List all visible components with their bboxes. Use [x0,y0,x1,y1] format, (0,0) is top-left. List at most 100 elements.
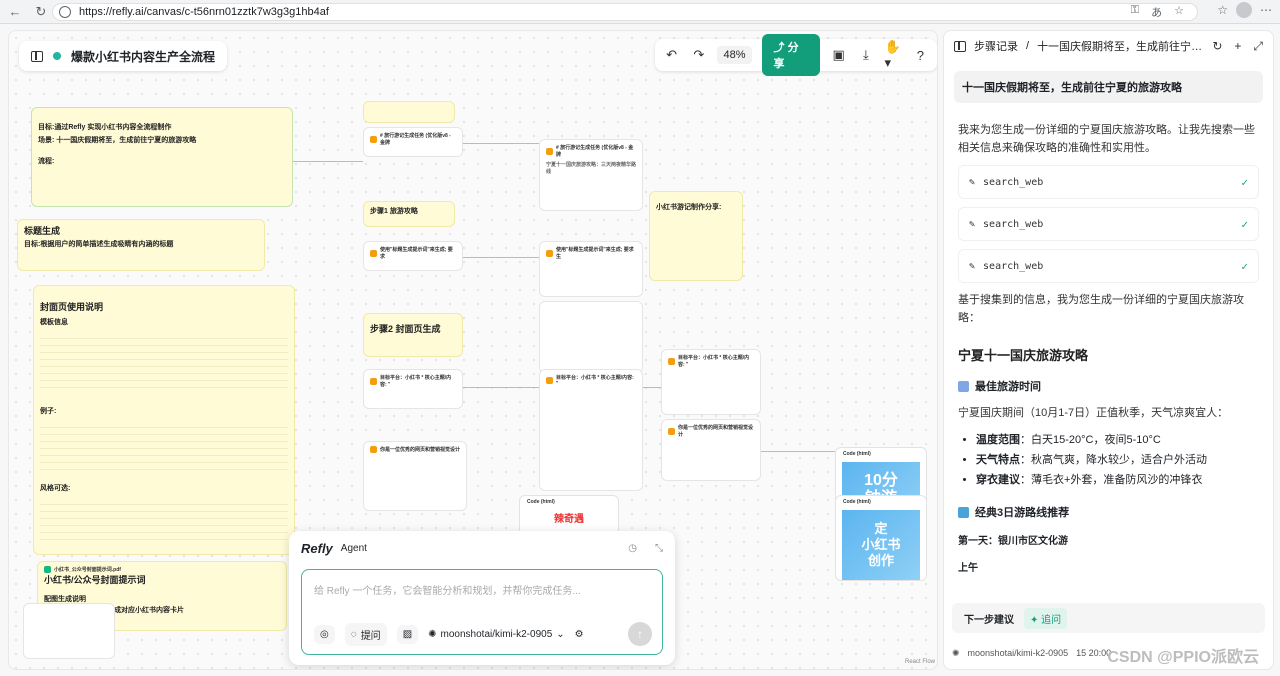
chat-icon: ◌ [350,629,357,640]
react-flow-attribution[interactable]: React Flow [905,659,935,665]
title-gen-node[interactable]: 标题生成 目标:根据用户的简单描述生成吸睛有内涵的标题 [17,219,265,271]
send-button[interactable]: ↑ [628,622,652,646]
pdf-icon [44,566,51,573]
code-card-3[interactable]: Code (html) 辣奇遇 [519,495,619,535]
cover-style: 风格可选: [40,485,71,492]
bullet-value: ：薄毛衣+外套，准备防风沙的冲锋衣 [1020,474,1203,486]
best-time-desc: 宁夏国庆期间（10月1-7日）正值秋季，天气凉爽宜人： [958,407,1229,419]
bullet-key: 温度范围 [976,434,1020,446]
cover-guide-title: 封面页使用说明 [40,302,104,312]
weather-list: 温度范围：白天15-20°C，夜间5-10°C 天气特点：秋高气爽，降水较少，适… [976,430,1259,490]
key-icon[interactable]: ⚿ [1131,4,1139,20]
cover-style-lines [40,498,288,544]
status-dot [53,52,61,60]
history-icon[interactable]: ◷ [628,543,637,554]
step-small-node[interactable] [363,101,455,123]
next-step-label: 下一步建议 [964,614,1014,626]
tool-call[interactable]: ✎ search_web ✓ [958,165,1259,199]
refresh-icon[interactable]: ↻ [1212,39,1222,54]
webgen-label-1: 你是一位优秀的网页和营销视觉设计 [380,447,461,453]
tool-call[interactable]: ✎ search_web ✓ [958,249,1259,283]
follow-up-button[interactable]: ✦ 追问 [1024,607,1068,629]
agent-label: Agent [340,543,367,554]
panel-toggle-icon[interactable] [954,40,966,52]
share-node[interactable]: 小红书游记制作分享: [649,191,743,281]
guide-title: 宁夏十一国庆旅游攻略 [958,348,1089,363]
menu-icon[interactable]: ⋯ [1260,3,1272,17]
canvas-toolbar: ↶ ↷ 48% ⤴ 分享 ▣ ⤓ ✋▾ ? [655,34,937,76]
skill-node-1[interactable]: # 旅行游记生成任务 (优化版v8 - 金牌 [363,127,463,157]
download-icon[interactable]: ⤓ [857,46,874,64]
bookmark-star-icon[interactable]: ☆ [1174,4,1184,20]
back-icon[interactable]: ← [4,1,26,23]
tool-name: search_web [983,218,1044,230]
agent-panel: Refly Agent ◷ ⤡ 给 Refly 一个任务，它会智能分析和规划，并… [289,531,675,665]
webgen-label-2: 你是一位优秀的网页和营销视觉设计 [678,425,754,438]
share-button[interactable]: ⤴ 分享 [761,34,821,76]
agent-placeholder: 给 Refly 一个任务，它会智能分析和规划，并帮你完成任务... [314,586,581,597]
add-icon[interactable]: + [1234,39,1241,54]
route-heading: 经典3日游路线推荐 [975,507,1070,519]
cover-node-3[interactable]: 目标平台：小红书 * 核心主题/内容: " [661,349,761,415]
edge [761,451,835,452]
webgen-node-2[interactable]: 你是一位优秀的网页和营销视觉设计 [661,419,761,481]
ask-button[interactable]: ◌ 提问 [344,623,387,646]
collapse-icon[interactable]: ⤡ [655,543,663,554]
pointer-mode-icon[interactable]: ✋▾ [885,39,902,70]
tool-icon: ✎ [969,176,976,188]
canvas-title[interactable]: 爆款小红书内容生产全流程 [71,48,215,65]
panel-header: 步骤记录 / 十一国庆假期将至，生成前往宁夏的旅游攻略 ↻ + ⤢ [944,31,1273,61]
edge [643,387,661,388]
cover-guide-node[interactable]: 封面页使用说明 模板信息 例子: 风格可选: [33,285,295,555]
step2-node[interactable]: 步骤2 封面页生成 [363,313,463,357]
canvas[interactable]: 爆款小红书内容生产全流程 ↶ ↷ 48% ⤴ 分享 ▣ ⤓ ✋▾ ? 目标:通过… [8,30,938,670]
tools-icon[interactable]: ⚙ [575,629,584,640]
address-bar-actions: ⚿ あ ☆ [1131,4,1184,20]
browser-toolbar: ← ↻ https://refly.ai/canvas/c-t56nrn01zz… [0,0,1280,24]
next-step-bar: 下一步建议 ✦ 追问 [952,603,1265,633]
undo-icon[interactable]: ↶ [663,46,680,64]
redo-icon[interactable]: ↷ [690,46,707,64]
present-icon[interactable]: ▣ [830,46,847,64]
model-select[interactable]: ✺ moonshotai/kimi-k2-0905 ⌄ [428,629,565,640]
panel-breadcrumb[interactable]: 步骤记录 [974,38,1018,54]
skill-icon [370,377,377,385]
cover-node-1[interactable]: 目标平台：小红书 * 核心主题/内容: " [363,369,463,409]
bullet-key: 穿衣建议 [976,474,1020,486]
site-info-icon[interactable] [59,6,71,18]
favorites-icon[interactable]: ☆ [1217,3,1228,17]
skill-label-1: # 旅行游记生成任务 (优化版v8 - 金牌 [380,133,451,146]
cover-node-2[interactable]: 目标平台：小红书 * 核心主题/内容: " [539,369,643,491]
webgen-node-1[interactable]: 你是一位优秀的网页和营销视觉设计 [363,441,467,511]
skill-node-2[interactable]: # 旅行游记生成任务 (优化版v8 - 金牌 宁夏十一国庆旅游攻略：三天两夜精华… [539,139,643,211]
help-icon[interactable]: ? [912,46,929,64]
step2-label: 步骤2 封面页生成 [370,324,441,334]
profile-avatar[interactable] [1236,2,1252,18]
code-card-2[interactable]: Code (html) 定 小红书 创作 [835,495,927,581]
user-question: 十一国庆假期将至，生成前往宁夏的旅游攻略 [954,71,1263,103]
agent-input[interactable]: 给 Refly 一个任务，它会智能分析和规划，并帮你完成任务... ◎ ◌ 提问 … [301,569,663,655]
result-node[interactable] [539,301,643,373]
minimap[interactable] [23,603,115,659]
reload-icon[interactable]: ↻ [30,1,52,23]
mode-button[interactable]: ◎ [314,625,335,644]
address-bar[interactable]: https://refly.ai/canvas/c-t56nrn01zztk7w… [52,3,1198,21]
assistant-intro: 我来为您生成一份详细的宁夏国庆旅游攻略。让我先搜索一些相关信息来确保攻略的准确性… [958,124,1255,154]
expand-icon[interactable]: ⤢ [1253,39,1263,54]
card2-line3: 创作 [867,553,894,568]
translate-icon[interactable]: あ [1151,4,1162,20]
skill-node-4[interactable]: 使用"标题生成提示词"来生成; 要求生 [539,241,643,297]
skill-node-3[interactable]: 使用"标题生成提示词"来生成; 要求 [363,241,463,271]
goal-node[interactable]: 目标:通过Refly 实现小红书内容全流程制作 场景: 十一国庆假期将至，生成前… [31,107,293,207]
sidebar-toggle-icon[interactable] [31,50,43,62]
card-preview-2: 定 小红书 创作 [842,510,920,580]
cover-example: 例子: [40,408,57,415]
list-item: 天气特点：秋高气爽，降水较少，适合户外活动 [976,450,1259,470]
list-item: 温度范围：白天15-20°C，夜间5-10°C [976,430,1259,450]
image-button[interactable]: ▨ [396,625,419,644]
tool-call[interactable]: ✎ search_web ✓ [958,207,1259,241]
browser-actions: ☆ ⋯ [1217,2,1272,18]
bullet-value: ：秋高气爽，降水较少，适合户外活动 [1020,454,1207,466]
zoom-level[interactable]: 48% [717,46,752,64]
step1-node[interactable]: 步骤1 旅游攻略 [363,201,455,227]
